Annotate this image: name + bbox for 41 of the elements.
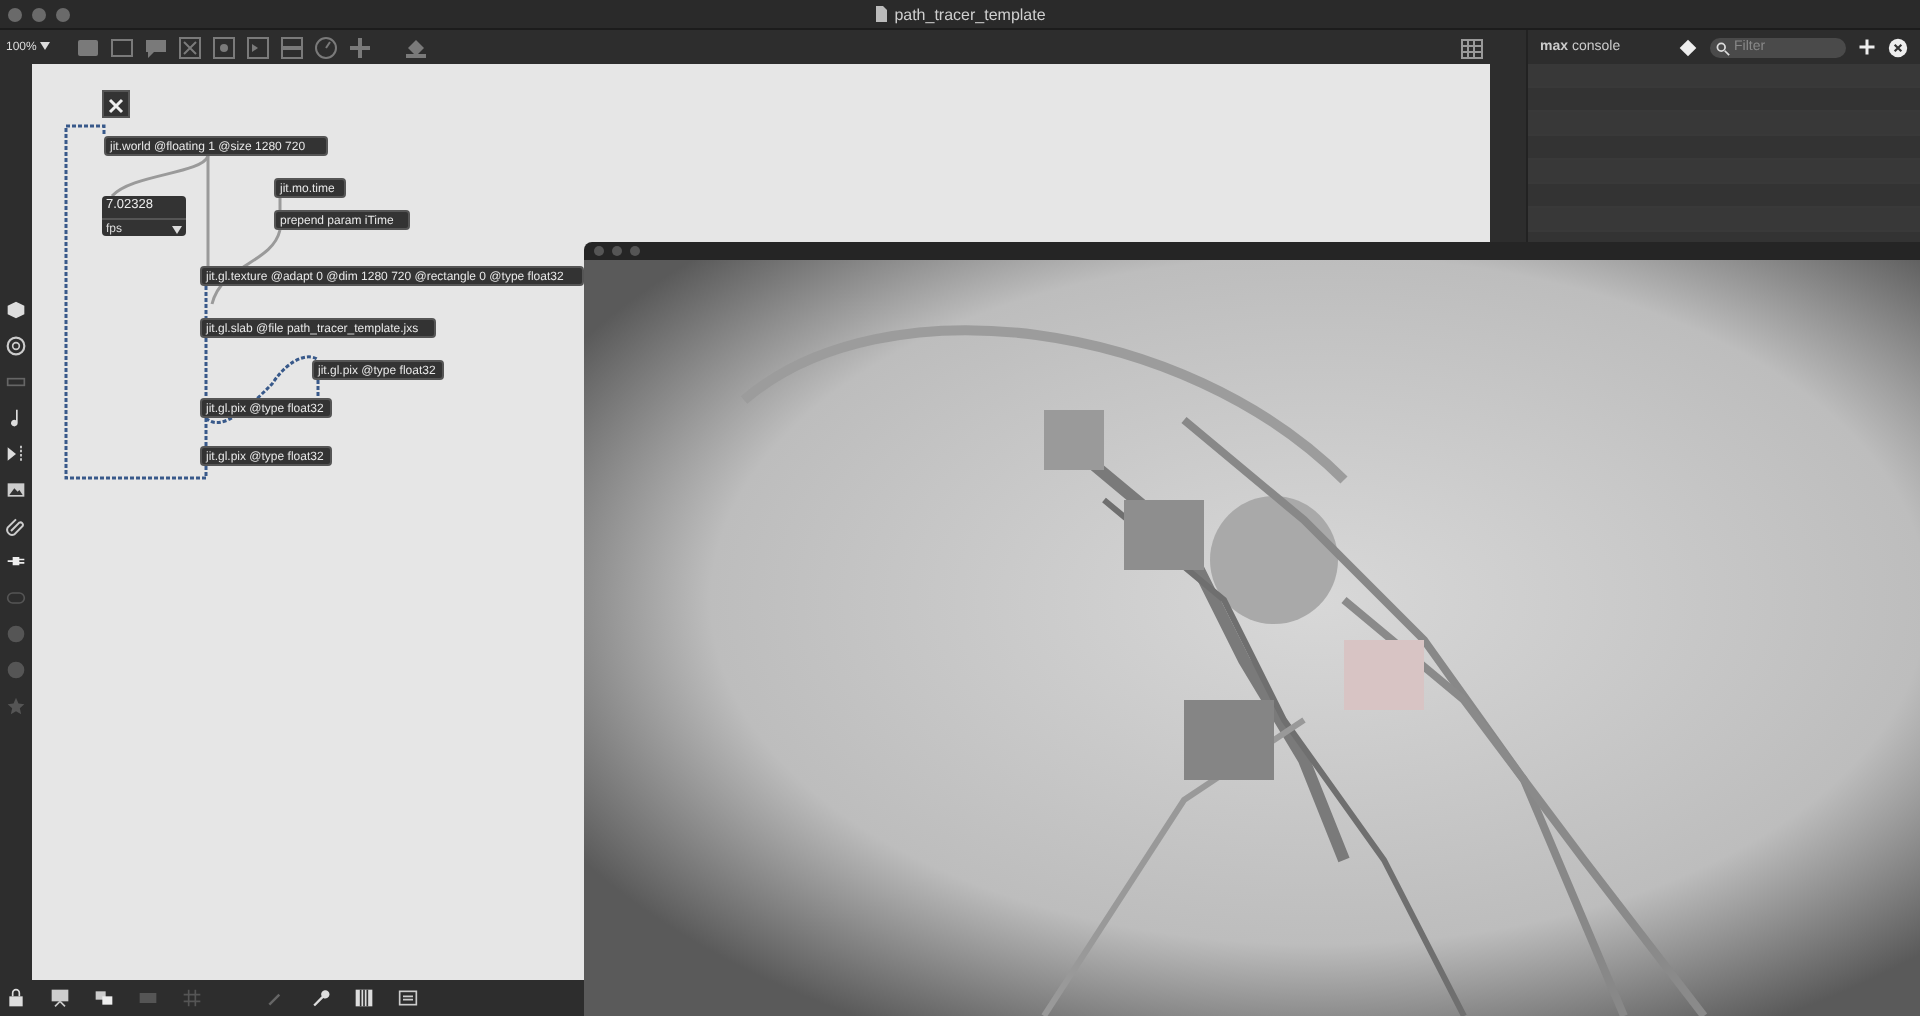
object-icon[interactable] xyxy=(76,35,101,59)
close-button[interactable] xyxy=(8,7,22,21)
paint-bucket-icon[interactable] xyxy=(404,35,429,59)
piano-icon[interactable] xyxy=(354,988,374,1008)
minimize-button[interactable] xyxy=(32,7,46,21)
v-circle-icon[interactable] xyxy=(6,624,26,644)
dollar-circle-icon[interactable] xyxy=(6,660,26,680)
x-icon xyxy=(104,94,128,118)
window-title: path_tracer_template xyxy=(894,5,1046,23)
slider-icon[interactable] xyxy=(280,35,305,59)
wrench-icon[interactable] xyxy=(310,988,330,1008)
image-icon[interactable] xyxy=(6,480,26,500)
magic-wand-icon[interactable] xyxy=(266,988,286,1008)
grid-icon[interactable] xyxy=(1460,35,1484,59)
star-icon[interactable] xyxy=(6,696,26,716)
diamond-icon[interactable] xyxy=(1678,37,1698,57)
hash-icon[interactable] xyxy=(182,988,202,1008)
target-icon[interactable] xyxy=(6,336,26,356)
paperclip-icon[interactable] xyxy=(6,516,26,536)
playhead-icon[interactable] xyxy=(6,444,26,464)
toggle-icon[interactable] xyxy=(212,35,237,59)
document-icon xyxy=(874,6,889,22)
cube-icon[interactable] xyxy=(6,300,26,320)
debug-icon[interactable] xyxy=(138,988,158,1008)
message-icon[interactable] xyxy=(110,35,135,59)
loop-icon[interactable] xyxy=(6,588,26,608)
caret-icon xyxy=(40,41,51,49)
presentation-icon[interactable] xyxy=(50,988,70,1008)
bar-icon[interactable] xyxy=(6,372,26,392)
button-icon[interactable] xyxy=(178,35,203,59)
close-icon[interactable] xyxy=(1888,37,1908,57)
caret-icon xyxy=(172,226,182,234)
comment-icon[interactable] xyxy=(144,35,169,59)
lock-icon[interactable] xyxy=(6,988,26,1008)
dial-icon[interactable] xyxy=(314,35,339,59)
toggle[interactable] xyxy=(102,90,130,118)
add-icon[interactable] xyxy=(1858,38,1876,56)
windows-icon[interactable] xyxy=(94,988,114,1008)
zoom-button[interactable] xyxy=(56,7,70,21)
number-icon[interactable] xyxy=(246,35,271,59)
bracket-icon[interactable] xyxy=(398,988,418,1008)
